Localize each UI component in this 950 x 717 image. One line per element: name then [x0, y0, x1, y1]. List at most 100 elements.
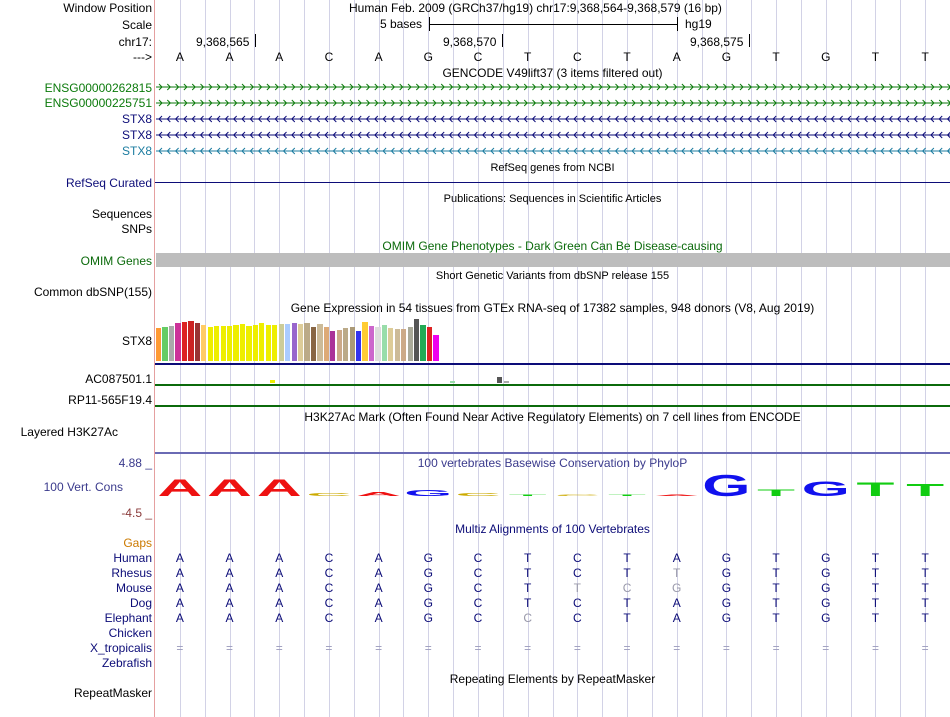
- dbsnp-track-title[interactable]: Short Genetic Variants from dbSNP releas…: [155, 270, 950, 282]
- conservation-letter: T: [906, 480, 944, 500]
- omim-gene-bar[interactable]: [156, 253, 950, 267]
- gtex-tissue-bar[interactable]: [265, 325, 271, 361]
- gtex-gene-label-rp11[interactable]: RP11-565F19.4: [68, 393, 152, 407]
- gtex-tissue-bar[interactable]: [220, 326, 226, 361]
- gtex-tissue-bar[interactable]: [330, 331, 336, 361]
- gtex-tissue-bar[interactable]: [401, 329, 407, 361]
- gtex-tissue-bar[interactable]: [356, 331, 362, 361]
- multiz-gaps-label[interactable]: Gaps: [123, 536, 152, 550]
- refseq-track-label[interactable]: RefSeq Curated: [66, 176, 152, 190]
- gtex-tissue-bar[interactable]: [226, 326, 233, 361]
- publications-track-title[interactable]: Publications: Sequences in Scientific Ar…: [155, 193, 950, 205]
- alignment-base: A: [374, 581, 383, 595]
- conservation-logo[interactable]: AAACAGCTCTAGTGTT: [155, 470, 950, 504]
- repeatmasker-track-title[interactable]: Repeating Elements by RepeatMasker: [155, 672, 950, 686]
- h3k27ac-track-title[interactable]: H3K27Ac Mark (Often Found Near Active Re…: [155, 410, 950, 424]
- gtex-tissue-bar[interactable]: [381, 325, 388, 361]
- gtex-tissue-bar[interactable]: [388, 328, 394, 361]
- gtex-tissue-bar[interactable]: [336, 330, 342, 361]
- gtex-tissue-bar[interactable]: [504, 381, 509, 383]
- conservation-track-title[interactable]: 100 vertebrates Basewise Conservation by…: [155, 456, 950, 470]
- alignment-base: =: [772, 641, 780, 655]
- gtex-tissue-bar[interactable]: [168, 326, 175, 361]
- gtex-tissue-bar[interactable]: [270, 380, 275, 383]
- gtex-tissue-bar[interactable]: [450, 381, 455, 383]
- gtex-tissue-bar[interactable]: [375, 327, 381, 361]
- gtex-tissue-bar[interactable]: [349, 327, 355, 361]
- gtex-tissue-bar[interactable]: [175, 323, 181, 361]
- gtex-tissue-bar[interactable]: [233, 325, 239, 361]
- gtex-tissue-bar[interactable]: [304, 323, 310, 361]
- species-label[interactable]: Dog: [130, 596, 152, 610]
- gtex-gene-label-ac087501[interactable]: AC087501.1: [85, 372, 152, 386]
- conservation-track-label[interactable]: 100 Vert. Cons: [44, 480, 123, 494]
- gtex-tissue-bar[interactable]: [285, 324, 291, 361]
- h3k27ac-track-label[interactable]: Layered H3K27Ac: [21, 425, 118, 439]
- gencode-track-label-1[interactable]: ENSG00000262815: [45, 81, 152, 95]
- gtex-tissue-bar[interactable]: [343, 328, 349, 361]
- window-position-label: Window Position: [63, 1, 152, 15]
- sequences-track-label[interactable]: Sequences: [92, 207, 152, 221]
- omim-track-label[interactable]: OMIM Genes: [81, 254, 152, 268]
- refseq-track-title[interactable]: RefSeq genes from NCBI: [155, 162, 950, 174]
- gtex-tissue-bar[interactable]: [162, 327, 168, 361]
- gtex-gene-label-stx8[interactable]: STX8: [122, 334, 152, 348]
- species-label[interactable]: Chicken: [109, 626, 152, 640]
- gencode-track-label-2[interactable]: ENSG00000225751: [45, 96, 152, 110]
- gtex-tissue-bar[interactable]: [407, 327, 413, 361]
- gencode-track-title[interactable]: GENCODE V49lift37 (3 items filtered out): [155, 66, 950, 80]
- gtex-tissue-bar[interactable]: [214, 326, 220, 361]
- snps-track-label[interactable]: SNPs: [121, 222, 152, 236]
- gtex-tissue-bar[interactable]: [433, 335, 439, 361]
- repeatmasker-track-label[interactable]: RepeatMasker: [74, 686, 152, 700]
- gtex-tissue-bar[interactable]: [259, 323, 265, 361]
- alignment-base: G: [423, 581, 433, 595]
- gtex-tissue-bar[interactable]: [239, 324, 246, 361]
- multiz-track-title[interactable]: Multiz Alignments of 100 Vertebrates: [155, 522, 950, 536]
- species-label[interactable]: Elephant: [105, 611, 152, 625]
- gtex-tissue-bar[interactable]: [426, 327, 433, 361]
- gtex-tissue-bar[interactable]: [317, 324, 323, 361]
- species-label[interactable]: Rhesus: [111, 566, 152, 580]
- alignment-base: A: [672, 596, 681, 610]
- gencode-track-label-4[interactable]: STX8: [122, 128, 152, 142]
- gtex-tissue-bar[interactable]: [181, 322, 188, 361]
- gtex-tissue-bar[interactable]: [201, 325, 207, 361]
- alignment-base: G: [423, 551, 433, 565]
- gtex-rp11-gene-line: [155, 405, 950, 407]
- species-label[interactable]: Zebrafish: [102, 656, 152, 670]
- species-label[interactable]: Mouse: [116, 581, 152, 595]
- alignment-base: =: [822, 641, 830, 655]
- gtex-track-title[interactable]: Gene Expression in 54 tissues from GTEx …: [155, 301, 950, 315]
- gtex-tissue-bar[interactable]: [252, 325, 259, 361]
- gtex-tissue-bar[interactable]: [368, 326, 375, 361]
- dbsnp-track-label[interactable]: Common dbSNP(155): [34, 285, 152, 299]
- species-label[interactable]: Human: [113, 551, 152, 565]
- gtex-tissue-bar[interactable]: [194, 323, 200, 361]
- gtex-tissue-bar[interactable]: [414, 319, 420, 361]
- gtex-tissue-bar[interactable]: [246, 326, 252, 361]
- alignment-base: T: [871, 581, 880, 595]
- gencode-track-label-3[interactable]: STX8: [122, 112, 152, 126]
- gtex-tissue-bar[interactable]: [207, 327, 213, 361]
- gtex-tissue-bar[interactable]: [278, 324, 284, 361]
- omim-track-title[interactable]: OMIM Gene Phenotypes - Dark Green Can Be…: [155, 239, 950, 253]
- gtex-tissue-bar[interactable]: [156, 328, 162, 361]
- gencode-gene-features[interactable]: [155, 80, 950, 158]
- refseq-gene-line[interactable]: [155, 182, 950, 183]
- gtex-tissue-bar[interactable]: [297, 324, 304, 361]
- species-label[interactable]: X_tropicalis: [90, 641, 152, 655]
- gtex-tissue-bar[interactable]: [394, 329, 400, 361]
- gtex-tissue-bar[interactable]: [291, 323, 297, 361]
- gtex-tissue-bar[interactable]: [497, 377, 502, 383]
- dna-base: C: [324, 50, 334, 64]
- gtex-tissue-bar[interactable]: [272, 325, 278, 361]
- gencode-track-label-5[interactable]: STX8: [122, 144, 152, 158]
- scale-bar-left-tick: [429, 17, 430, 31]
- gtex-tissue-bar[interactable]: [362, 322, 368, 361]
- genome-browser-canvas[interactable]: Window Position Human Feb. 2009 (GRCh37/…: [0, 0, 950, 717]
- gtex-tissue-bar[interactable]: [420, 325, 426, 361]
- gtex-tissue-bar[interactable]: [310, 327, 317, 361]
- gtex-tissue-bar[interactable]: [323, 327, 329, 361]
- gtex-tissue-bar[interactable]: [188, 321, 194, 361]
